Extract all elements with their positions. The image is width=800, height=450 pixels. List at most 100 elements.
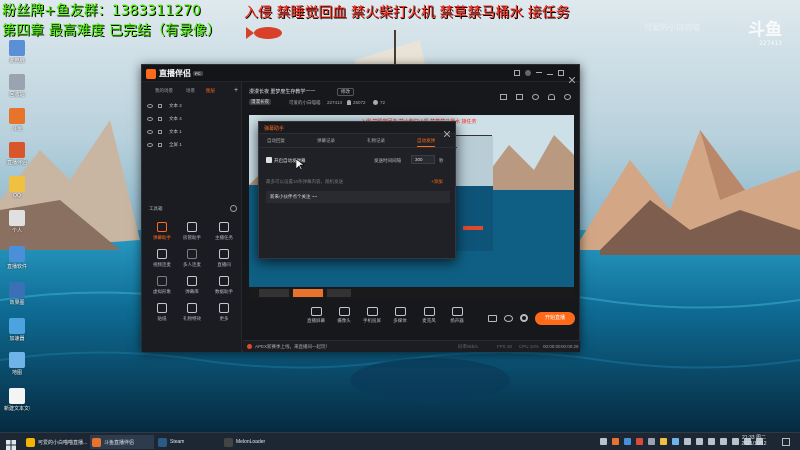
taskbar-item[interactable]: Steam bbox=[156, 435, 220, 449]
camera-toggle-icon[interactable] bbox=[488, 315, 497, 322]
desktop-icon-glyph-icon bbox=[9, 318, 25, 334]
tool-3[interactable]: 视频连麦 bbox=[148, 249, 176, 268]
dialog-tab-3[interactable]: 自动发弹 bbox=[417, 138, 435, 147]
lock-icon[interactable] bbox=[158, 143, 162, 147]
record-icon[interactable] bbox=[532, 94, 539, 100]
category-tag[interactable]: 漫漫长夜 bbox=[249, 99, 271, 105]
notice-bar: APEX新赛季上线，来直播间一起玩！ 码率0kb/s FPS 30 CPU 10… bbox=[243, 340, 580, 352]
eye-icon[interactable] bbox=[147, 117, 153, 121]
taskbar-item[interactable]: 斗鱼直播伴侣 bbox=[90, 435, 154, 449]
desktop-icon[interactable]: 回收站 bbox=[4, 74, 30, 98]
eye-icon[interactable] bbox=[504, 315, 513, 322]
app-titlebar[interactable]: 直播伴侣 PC bbox=[142, 65, 579, 84]
tray-icon[interactable] bbox=[648, 438, 655, 445]
screenshot-icon[interactable] bbox=[500, 94, 507, 100]
desktop-icon[interactable]: 直播软件 bbox=[4, 246, 30, 270]
desktop-icon-label: 直播伴侣 bbox=[6, 160, 27, 166]
tray-icon[interactable] bbox=[612, 438, 619, 445]
tool-0[interactable]: 弹幕助手 bbox=[148, 222, 176, 241]
tool-8[interactable]: 数据助手 bbox=[210, 276, 238, 295]
desktop-icon[interactable]: 斗鱼 bbox=[4, 108, 30, 132]
tool-11[interactable]: 更多 bbox=[210, 303, 238, 322]
interval-input[interactable]: 300 bbox=[411, 155, 435, 164]
tray-icon[interactable] bbox=[624, 438, 631, 445]
edit-title-button[interactable]: 修改 bbox=[337, 88, 354, 96]
layer-item[interactable]: 文本 1 bbox=[145, 127, 239, 139]
add-message-link[interactable]: +添加 bbox=[431, 179, 443, 185]
tray-icon[interactable] bbox=[708, 438, 715, 445]
source-button-2[interactable]: 手机投屏 bbox=[359, 307, 385, 324]
add-layer-icon[interactable]: + bbox=[234, 87, 238, 94]
eye-icon[interactable] bbox=[147, 143, 153, 147]
source-button-1[interactable]: 摄像头 bbox=[331, 307, 357, 324]
tray-icon[interactable] bbox=[696, 438, 703, 445]
taskbar-item[interactable]: MelonLoader bbox=[222, 435, 286, 449]
settings-gear-icon[interactable] bbox=[520, 314, 528, 322]
dialog-titlebar[interactable]: 弹幕助手 bbox=[259, 122, 455, 138]
desktop-icon[interactable]: 此电脑 bbox=[4, 40, 30, 64]
dialog-tab-2[interactable]: 礼物记录 bbox=[367, 138, 385, 144]
auto-send-checkbox[interactable] bbox=[266, 157, 272, 170]
tool-4[interactable]: 多人连麦 bbox=[178, 249, 206, 268]
tray-icon[interactable] bbox=[636, 438, 643, 445]
taskbar-item[interactable]: 可爱的小白喵喵直播... bbox=[24, 435, 88, 449]
tool-10[interactable]: 礼物特效 bbox=[178, 303, 206, 322]
minimize-icon[interactable] bbox=[547, 74, 553, 75]
desktop-icon-glyph-icon bbox=[9, 246, 25, 262]
notification-icon[interactable] bbox=[782, 438, 790, 446]
message-row[interactable]: 新来小伙伴点个关注 ~~ bbox=[266, 191, 450, 203]
tool-9[interactable]: 贴纸 bbox=[148, 303, 176, 322]
grid-icon[interactable] bbox=[516, 94, 523, 100]
desktop-icon[interactable]: QQ bbox=[4, 176, 30, 199]
layer-item[interactable]: 文本 4 bbox=[145, 114, 239, 126]
tool-label: 直播间 bbox=[217, 262, 231, 267]
source-button-5[interactable]: 扬声器 bbox=[444, 307, 470, 324]
bell-icon[interactable] bbox=[548, 94, 555, 100]
layer-item[interactable]: 全屏 1 bbox=[145, 140, 239, 152]
desktop-icon[interactable]: 加速器 bbox=[4, 318, 30, 342]
tool-6[interactable]: 虚拟形象 bbox=[148, 276, 176, 295]
desktop-icon[interactable]: 地图 bbox=[4, 352, 30, 376]
tool-2[interactable]: 主播任务 bbox=[210, 222, 238, 241]
avatar[interactable] bbox=[525, 70, 531, 76]
taskbar-clock[interactable]: 21:33 周二 2021/10/12 bbox=[734, 434, 774, 447]
desktop-icon[interactable]: 效果图 bbox=[4, 282, 30, 306]
tray-icon[interactable] bbox=[720, 438, 727, 445]
desktop-icon[interactable]: 直播伴侣 bbox=[4, 142, 30, 166]
source-button-4[interactable]: 麦克风 bbox=[416, 307, 442, 324]
lock-icon[interactable] bbox=[158, 117, 162, 121]
tool-7[interactable]: 弹幕库 bbox=[178, 276, 206, 295]
dialog-tab-0[interactable]: 自动回复 bbox=[267, 138, 285, 144]
desktop-icon[interactable]: 个人 bbox=[4, 210, 30, 234]
source-button-0[interactable]: 直播屏幕 bbox=[303, 307, 329, 324]
desktop-icon[interactable]: 新建文本文档 bbox=[4, 388, 30, 412]
start-live-button[interactable]: 开始直播 bbox=[535, 312, 575, 325]
source-button-3[interactable]: 多媒体 bbox=[387, 307, 413, 324]
start-button[interactable] bbox=[6, 437, 16, 450]
tray-icon[interactable] bbox=[684, 438, 691, 445]
tab-my-scenes[interactable]: 我的场景 bbox=[155, 88, 173, 94]
eye-icon[interactable] bbox=[147, 104, 153, 108]
toolbox-collapse-icon[interactable] bbox=[230, 205, 237, 212]
tshirt-icon[interactable] bbox=[514, 70, 520, 76]
lock-icon[interactable] bbox=[158, 104, 162, 108]
tray-icon[interactable] bbox=[672, 438, 679, 445]
menu-icon[interactable] bbox=[536, 72, 542, 73]
eye-icon[interactable] bbox=[147, 130, 153, 134]
tool-5[interactable]: 直播间 bbox=[210, 249, 238, 268]
fans-icon bbox=[373, 100, 378, 105]
layer-item[interactable]: 文本 2 bbox=[145, 101, 239, 113]
taskbar: 可爱的小白喵喵直播... 斗鱼直播伴侣 Steam MelonLoader 21:33… bbox=[0, 432, 800, 450]
tab-layers[interactable]: 图层 bbox=[206, 88, 215, 94]
share-icon[interactable] bbox=[564, 94, 571, 100]
tool-1[interactable]: 房管助手 bbox=[178, 222, 206, 241]
tool-label: 贴纸 bbox=[157, 316, 167, 321]
maximize-icon[interactable] bbox=[558, 70, 564, 76]
tray-icon[interactable] bbox=[600, 438, 607, 445]
close-icon[interactable] bbox=[568, 70, 576, 84]
dialog-tab-1[interactable]: 弹幕记录 bbox=[317, 138, 335, 144]
tool-label: 弹幕助手 bbox=[153, 235, 171, 240]
tray-icon[interactable] bbox=[660, 438, 667, 445]
tab-scenes[interactable]: 场景 bbox=[186, 88, 195, 94]
lock-icon[interactable] bbox=[158, 130, 162, 134]
